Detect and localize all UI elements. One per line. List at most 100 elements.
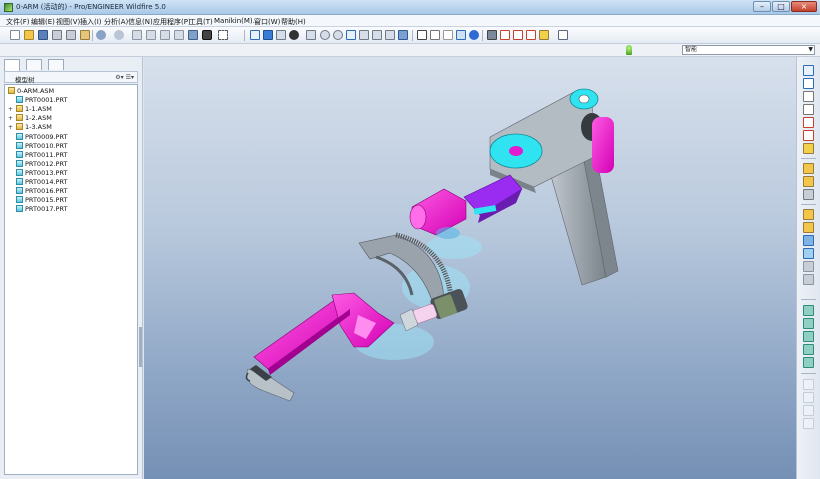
rib-icon[interactable] [803,274,814,285]
merge-icon[interactable] [803,331,814,342]
appearance-icon[interactable] [289,30,299,40]
tree-item[interactable]: +1-3.ASM [8,123,52,132]
zoom-in-icon[interactable] [306,30,316,40]
coordinate-system-icon[interactable] [803,130,814,141]
tree-item[interactable]: PRT0011.PRT [16,150,67,160]
close-button[interactable]: × [791,1,817,12]
tree-item[interactable]: PRT0012.PRT [16,159,67,169]
reorient-icon[interactable] [359,30,369,40]
saved-views-icon[interactable] [372,30,382,40]
view-manager-icon[interactable] [398,30,408,40]
annotations-icon[interactable] [539,30,549,40]
save-icon[interactable] [38,30,48,40]
round-icon[interactable] [803,222,814,233]
tree-item[interactable]: PRT0014.PRT [16,178,67,187]
menu-tools[interactable]: 工具(T) [189,17,213,27]
print-icon[interactable] [52,30,62,40]
maximize-button[interactable]: □ [772,1,790,12]
select-box-icon[interactable] [218,30,228,40]
tree-item[interactable]: PRT0009.PRT [16,132,67,142]
regenerate-icon[interactable] [188,30,198,40]
mirror-icon[interactable] [803,318,814,329]
tree-item[interactable]: PRT0013.PRT [16,168,67,178]
chamfer-icon[interactable] [803,235,814,246]
component-create-icon[interactable] [803,176,814,187]
new-file-icon[interactable] [10,30,20,40]
tree-item[interactable]: PRT0016.PRT [16,187,67,196]
orient-mode-icon[interactable] [276,30,286,40]
datum-axes-icon[interactable] [500,30,510,40]
menu-analysis[interactable]: 分析(A) [104,17,128,27]
paste-icon[interactable] [160,30,170,40]
email-icon[interactable] [80,30,90,40]
tab-model-tree[interactable] [4,59,20,71]
menu-file[interactable]: 文件(F) [6,17,30,27]
panel-resize-handle[interactable] [139,327,142,367]
model-tree-settings-icon[interactable]: ⚙▾ ☰▾ [115,74,134,81]
menu-insert[interactable]: 插入(I) [80,17,102,27]
solidify-icon[interactable] [803,405,814,416]
message-light-icon[interactable] [626,45,632,55]
wireframe-icon[interactable] [417,30,427,40]
shading-icon[interactable] [456,30,466,40]
datum-points-icon[interactable] [513,30,523,40]
menu-window[interactable]: 窗口(W) [254,17,280,27]
paste-special-icon[interactable] [174,30,184,40]
tab-folder-browser[interactable] [26,59,42,70]
menu-view[interactable]: 视图(V) [56,17,80,27]
tree-item[interactable]: PRT0010.PRT [16,141,67,151]
component-assemble-icon[interactable] [803,163,814,174]
analysis-feature-icon[interactable] [803,143,814,154]
layers-icon[interactable] [385,30,395,40]
draft-icon[interactable] [803,248,814,259]
menu-help[interactable]: 帮助(H) [281,17,306,27]
expand-icon[interactable]: + [8,123,13,132]
tree-item[interactable]: PRT0017.PRT [16,205,67,214]
pattern-icon[interactable] [803,305,814,316]
expand-icon[interactable]: + [8,105,13,114]
sketch-datum-icon[interactable] [803,65,814,76]
copy-icon[interactable] [146,30,156,40]
shell-icon[interactable] [803,261,814,272]
tree-item[interactable]: +1-2.ASM [8,114,52,123]
datum-planes-icon[interactable] [487,30,497,40]
zoom-area-icon[interactable] [333,30,343,40]
menu-manikin[interactable]: Manikin(M)... [214,17,259,25]
hidden-line-icon[interactable] [430,30,440,40]
menu-edit[interactable]: 编辑(E) [31,17,55,27]
graphics-window[interactable] [144,57,796,479]
extend-icon[interactable] [803,357,814,368]
tab-favorites[interactable] [48,59,64,70]
intersect-icon[interactable] [803,418,814,429]
tree-item[interactable]: PRT0015.PRT [16,196,67,205]
undo-icon[interactable] [96,30,106,40]
refit-icon[interactable] [346,30,356,40]
thicken-icon[interactable] [803,392,814,403]
datum-plane-icon[interactable] [803,78,814,89]
cut-icon[interactable] [132,30,142,40]
selection-filter[interactable]: 智能 ▼ [682,45,815,55]
tree-item[interactable]: PRT0001.PRT [16,96,67,105]
minimize-button[interactable]: – [753,1,771,12]
offset-icon[interactable] [803,379,814,390]
repaint-icon[interactable] [250,30,260,40]
trim-icon[interactable] [803,344,814,355]
datum-point-icon[interactable] [803,117,814,128]
redo-icon[interactable] [114,30,124,40]
enhanced-realism-icon[interactable] [469,30,479,40]
tree-item[interactable]: 0-ARM.ASM [8,87,54,96]
expand-icon[interactable]: + [8,114,13,123]
print-preview-icon[interactable] [66,30,76,40]
zoom-out-icon[interactable] [320,30,330,40]
open-folder-icon[interactable] [24,30,34,40]
tree-item[interactable]: +1-1.ASM [8,105,52,114]
datum-axis-icon[interactable] [803,91,814,102]
package-icon[interactable] [803,189,814,200]
menu-info[interactable]: 信息(N) [128,17,153,27]
find-icon[interactable] [202,30,212,40]
coordinate-systems-icon[interactable] [526,30,536,40]
context-help-icon[interactable] [558,30,568,40]
spin-center-icon[interactable] [263,30,273,40]
datum-curve-icon[interactable] [803,104,814,115]
hole-icon[interactable] [803,209,814,220]
